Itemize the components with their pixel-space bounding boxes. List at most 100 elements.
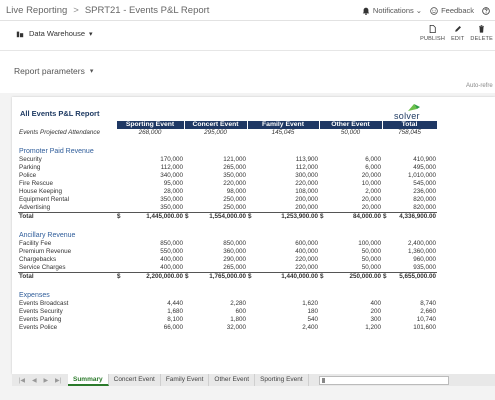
cell-value: 236,000 <box>413 188 436 195</box>
section-title: Promoter Paid Revenue <box>19 148 94 155</box>
cell-value: 10,740 <box>416 316 436 323</box>
table-row: Security 170,000 121,000 113,900 6,000 410,90… <box>18 156 437 164</box>
row-label: Events Broadcast <box>19 300 69 307</box>
top-right-controls: Notifications ⌄ Feedback <box>362 0 495 21</box>
row-label: Events Security <box>19 308 63 315</box>
section-title-row: Promoter Paid Revenue <box>18 145 437 156</box>
cell-value: 6,000 <box>365 164 381 171</box>
row-label: Facility Fee <box>19 240 52 247</box>
publish-button[interactable]: PUBLISH <box>420 25 445 42</box>
cell-value: 180 <box>307 308 318 315</box>
cell-value: 1,800 <box>230 316 246 323</box>
cell-value: 545,000 <box>413 180 436 187</box>
document-icon <box>429 25 436 33</box>
report-parameters-toggle[interactable]: Report parameters ▾ <box>14 66 93 76</box>
sheet-tabs: |◀ ◀ ▶ ▶| Summary Concert Event Family E… <box>12 374 495 386</box>
total-cell: $84,000.00 <box>319 212 382 221</box>
cell-value: 350,000 <box>160 204 183 211</box>
currency-symbol: $ <box>185 273 189 280</box>
cell-value: 108,000 <box>295 188 318 195</box>
cell-value: 1,200 <box>365 324 381 331</box>
cell-value: 220,000 <box>295 264 318 271</box>
logo-text: solver <box>394 111 420 121</box>
total-value: 250,000.00 <box>349 273 381 280</box>
total-label: Total <box>18 212 116 221</box>
feedback-button[interactable]: Feedback <box>430 6 474 15</box>
table-row: Events Parking 8,100 1,800 540 300 10,740 <box>18 316 437 324</box>
tab-summary[interactable]: Summary <box>68 374 109 386</box>
notifications-button[interactable]: Notifications ⌄ <box>362 6 422 15</box>
total-cell: $5,655,000.00 <box>382 272 437 281</box>
scrollbar-thumb[interactable] <box>321 377 325 383</box>
total-cell: $1,765,000.00 <box>184 272 247 281</box>
cell-value: 200,000 <box>295 196 318 203</box>
cell-value: 145,045 <box>271 129 295 136</box>
cell-value: 400,000 <box>160 256 183 263</box>
total-value: 4,336,900.00 <box>399 213 436 220</box>
cell-value: 400,000 <box>295 248 318 255</box>
trash-icon <box>479 25 485 33</box>
cell-value: 170,000 <box>160 156 183 163</box>
total-cell: $4,336,900.00 <box>382 212 437 221</box>
status-strip <box>0 386 495 400</box>
smiley-icon <box>430 6 438 15</box>
tab-other-event[interactable]: Other Event <box>209 374 256 386</box>
data-source-label: Data Warehouse <box>29 29 86 38</box>
currency-symbol: $ <box>248 213 252 220</box>
report-grid: Sporting Event Concert Event Family Event O… <box>18 121 438 332</box>
cell-value: 101,600 <box>413 324 436 331</box>
tab-scrollbar[interactable] <box>318 375 449 385</box>
column-header: Sporting Event <box>116 121 185 129</box>
total-value: 1,765,000.00 <box>209 273 246 280</box>
cell-value: 820,000 <box>413 204 436 211</box>
breadcrumb-root[interactable]: Live Reporting <box>6 5 67 16</box>
cell-value: 50,000 <box>361 256 381 263</box>
last-tab-icon[interactable]: ▶| <box>55 377 61 384</box>
edit-button[interactable]: EDIT <box>451 25 464 42</box>
cell-value: 540 <box>307 316 318 323</box>
total-cell: $1,253,900.00 <box>247 212 319 221</box>
row-label: Police <box>19 172 37 179</box>
auto-refresh-label[interactable]: Auto-refre <box>466 83 493 89</box>
currency-symbol: $ <box>383 213 387 220</box>
cell-value: 20,000 <box>361 196 381 203</box>
tab-sporting-event[interactable]: Sporting Event <box>255 374 309 386</box>
cell-value: 50,000 <box>340 129 361 136</box>
toolbar: Data Warehouse ▾ PUBLISH EDIT DELETE <box>0 21 495 51</box>
prev-tab-icon[interactable]: ◀ <box>32 377 37 384</box>
help-button[interactable] <box>482 6 493 15</box>
data-source-selector[interactable]: Data Warehouse ▾ <box>16 29 93 38</box>
feedback-label: Feedback <box>441 6 474 15</box>
cell-value: 8,100 <box>167 316 183 323</box>
cell-value: 50,000 <box>361 264 381 271</box>
row-label: Events Police <box>19 324 58 331</box>
breadcrumb: Live Reporting > SPRT21 - Events P&L Rep… <box>0 5 209 16</box>
cell-value: 200 <box>370 308 381 315</box>
cell-value: 98,000 <box>226 188 246 195</box>
spacer-row <box>18 221 437 229</box>
cell-value: 250,000 <box>223 196 246 203</box>
tab-concert-event[interactable]: Concert Event <box>109 374 161 386</box>
total-value: 1,253,900.00 <box>281 213 318 220</box>
grid-header-row: Sporting Event Concert Event Family Event O… <box>18 121 438 129</box>
tab-family-event[interactable]: Family Event <box>161 374 210 386</box>
currency-symbol: $ <box>117 213 121 220</box>
table-row: Parking 112,000 265,000 112,000 6,000 495,000 <box>18 164 437 172</box>
tab-navigation: |◀ ◀ ▶ ▶| <box>12 377 68 384</box>
column-header: Concert Event <box>184 121 248 129</box>
currency-symbol: $ <box>320 213 324 220</box>
help-icon <box>482 6 490 15</box>
total-value: 2,200,000.00 <box>146 273 183 280</box>
delete-button[interactable]: DELETE <box>470 25 493 42</box>
section-title: Expenses <box>19 292 50 299</box>
table-row: Events Security 1,680 600 180 200 2,660 <box>18 308 437 316</box>
first-tab-icon[interactable]: |◀ <box>19 377 25 384</box>
cell-value: 1,680 <box>167 308 183 315</box>
total-value: 84,000.00 <box>352 213 381 220</box>
table-row: Facility Fee 850,000 850,000 600,000 100,000… <box>18 240 437 248</box>
chevron-down-icon: ▾ <box>89 68 94 75</box>
cell-value: 32,000 <box>226 324 246 331</box>
next-tab-icon[interactable]: ▶ <box>43 377 48 384</box>
table-row: Advertising 350,000 250,000 200,000 20,000 82… <box>18 204 437 213</box>
currency-symbol: $ <box>185 213 189 220</box>
